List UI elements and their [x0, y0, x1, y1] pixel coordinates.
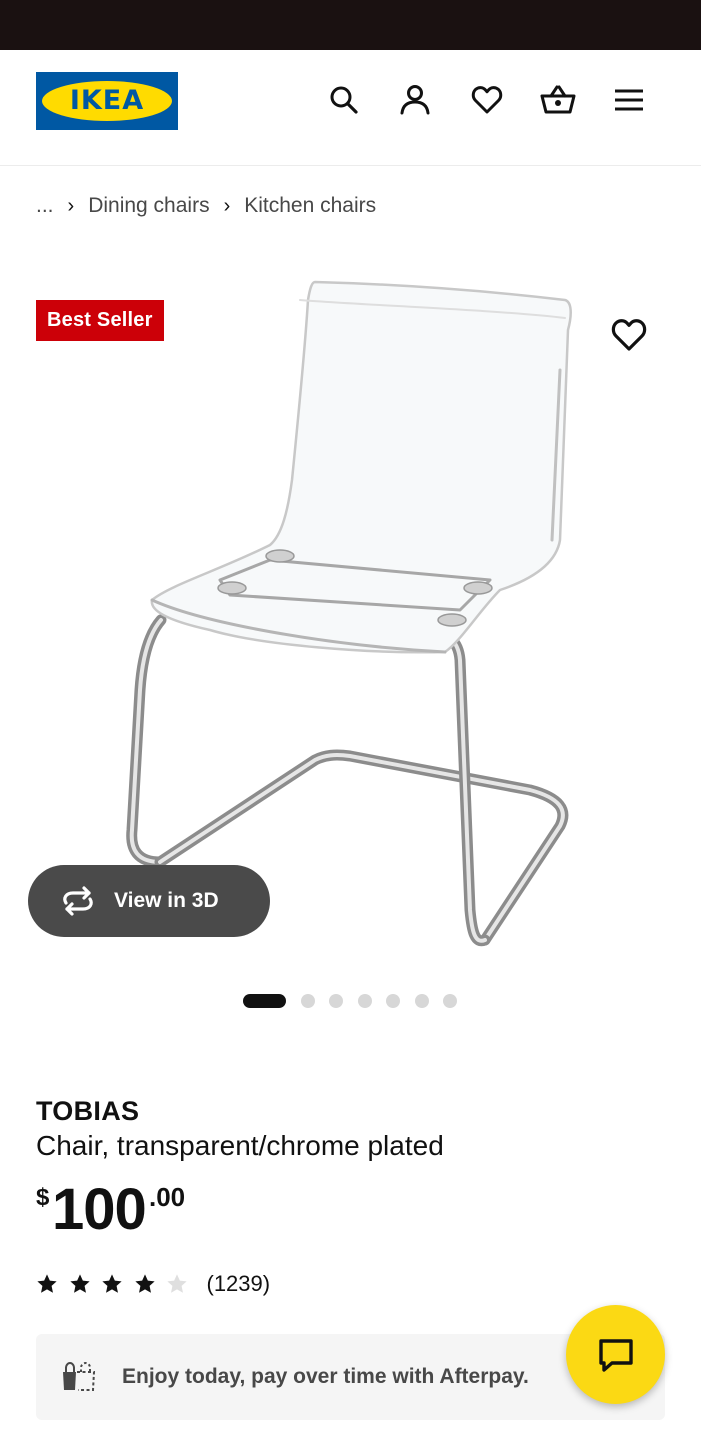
- star-filled-icon: [37, 1274, 57, 1293]
- price-currency: $: [36, 1184, 50, 1211]
- breadcrumb-kitchen-chairs[interactable]: Kitchen chairs: [244, 194, 376, 218]
- heart-icon[interactable]: [469, 82, 505, 118]
- carousel-dot[interactable]: [443, 994, 457, 1008]
- heart-icon: [611, 319, 647, 351]
- carousel-dot[interactable]: [414, 994, 429, 1008]
- rotate-3d-icon: [63, 886, 93, 916]
- view-in-3d-label: View in 3D: [114, 889, 219, 912]
- product-page: IKEA ... › Dining chairs › Kitchen chair…: [0, 0, 701, 1440]
- breadcrumb: ... › Dining chairs › Kitchen chairs: [36, 190, 376, 222]
- carousel-dot[interactable]: [300, 994, 315, 1008]
- menu-icon[interactable]: [611, 82, 647, 118]
- chat-icon: [598, 1338, 633, 1372]
- carousel-dot[interactable]: [329, 994, 343, 1008]
- chevron-right-icon: ›: [67, 194, 75, 217]
- price-integer: 100: [52, 1177, 147, 1242]
- review-count: (1239): [206, 1271, 271, 1296]
- afterpay-text: Enjoy today, pay over time with Afterpay…: [122, 1365, 529, 1388]
- site-header: IKEA: [0, 50, 701, 166]
- product-rating[interactable]: (1239): [36, 1268, 270, 1300]
- carousel-dot[interactable]: [357, 994, 372, 1008]
- user-icon[interactable]: [397, 82, 433, 118]
- logo-oval: IKEA: [42, 81, 172, 121]
- best-seller-badge: Best Seller: [36, 300, 164, 341]
- status-bar: [0, 0, 701, 50]
- basket-icon[interactable]: [540, 82, 576, 118]
- search-icon[interactable]: [326, 82, 362, 118]
- add-to-favorites-button[interactable]: [608, 314, 650, 356]
- carousel-dot[interactable]: [386, 994, 400, 1008]
- image-carousel-dots: [243, 993, 472, 1009]
- product-name: TOBIAS: [36, 1096, 140, 1126]
- chevron-right-icon: ›: [223, 194, 231, 217]
- shopping-bag-icon: [63, 1361, 96, 1391]
- product-image[interactable]: [60, 270, 620, 960]
- view-in-3d-button[interactable]: View in 3D: [28, 865, 270, 937]
- ikea-logo[interactable]: IKEA: [36, 72, 178, 130]
- star-empty-icon: [167, 1274, 187, 1293]
- logo-text: IKEA: [69, 85, 145, 116]
- star-filled-icon: [102, 1274, 122, 1293]
- price-decimal: .00: [149, 1182, 186, 1212]
- star-filled-icon: [134, 1274, 155, 1293]
- star-filled-icon: [69, 1274, 90, 1293]
- chat-button[interactable]: [566, 1305, 665, 1404]
- carousel-dot-active[interactable]: [243, 994, 286, 1008]
- breadcrumb-ellipsis[interactable]: ...: [36, 194, 54, 218]
- breadcrumb-dining-chairs[interactable]: Dining chairs: [88, 194, 209, 218]
- product-description: Chair, transparent/chrome plated: [36, 1130, 444, 1161]
